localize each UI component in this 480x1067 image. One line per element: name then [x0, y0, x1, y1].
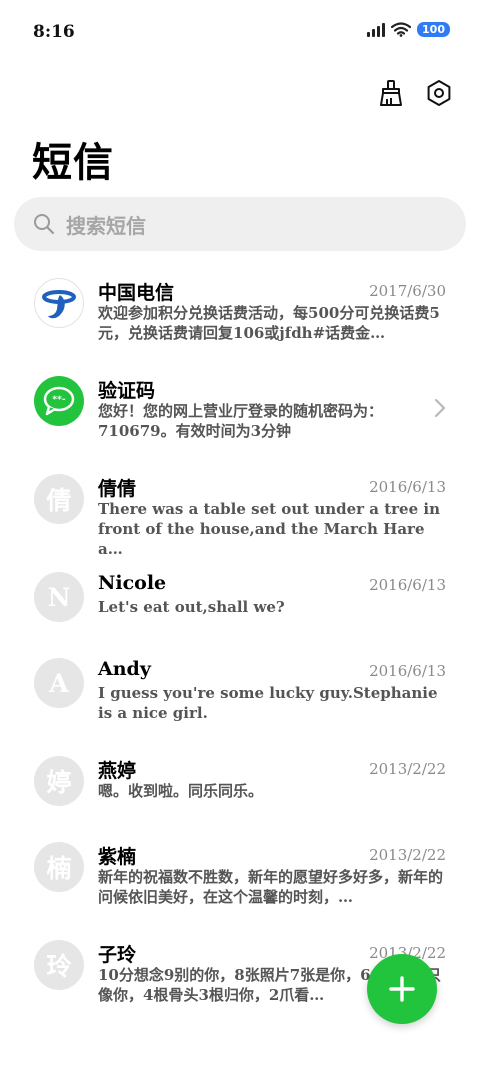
clean-button[interactable] [376, 78, 406, 108]
message-preview: I guess you're some lucky guy.Stephanie … [98, 684, 438, 722]
message-name: 倩倩 [98, 478, 137, 500]
chevron-right-icon [435, 399, 445, 417]
message-preview: There was a table set out under a tree i… [98, 500, 440, 558]
chat-bubble-icon: **- [43, 386, 75, 416]
telecom-logo-avatar [34, 278, 84, 328]
contact-avatar: N [34, 572, 84, 622]
message-name: 燕婷 [98, 760, 137, 782]
message-date: 2016/6/13 [369, 662, 446, 680]
broom-icon [380, 80, 402, 106]
message-item[interactable]: 婷 燕婷 2013/2/22 嗯。收到啦。同乐同乐。 [0, 740, 480, 826]
new-message-button[interactable] [367, 954, 437, 1024]
message-item[interactable]: 中国电信 2017/6/30 欢迎参加积分兑换话费活动，每500分可兑换话费5元… [0, 262, 480, 360]
message-date: 2013/2/22 [369, 846, 446, 864]
status-icons: 100 [367, 22, 450, 37]
message-item[interactable]: 倩 倩倩 2016/6/13 There was a table set out… [0, 458, 480, 558]
svg-text:**-: **- [52, 395, 65, 405]
settings-icon [427, 80, 451, 106]
message-date: 2017/6/30 [369, 282, 446, 300]
message-item[interactable]: N Nicole 2016/6/13 Let's eat out,shall w… [0, 556, 480, 642]
message-date: 2016/6/13 [369, 478, 446, 496]
message-preview: 欢迎参加积分兑换话费活动，每500分可兑换话费5元，兑换话费请回复106或jfd… [98, 304, 440, 342]
battery-indicator: 100 [417, 22, 450, 37]
settings-button[interactable] [424, 78, 454, 108]
status-time: 8:16 [33, 22, 75, 42]
page-title: 短信 [32, 139, 114, 186]
contact-avatar: 玲 [34, 940, 84, 990]
message-preview: 新年的祝福数不胜数，新年的愿望好多好多，新年的问候依旧美好，在这个温馨的时刻，… [98, 868, 444, 906]
message-item[interactable]: **- 验证码 您好！您的网上营业厅登录的随机密码为：710679。有效时间为3… [0, 360, 480, 458]
contact-avatar: 婷 [34, 756, 84, 806]
toolbar [376, 78, 454, 108]
wifi-icon [391, 22, 412, 37]
message-name: 紫楠 [98, 846, 137, 868]
contact-avatar: 倩 [34, 474, 84, 524]
message-preview: Let's eat out,shall we? [98, 598, 285, 616]
telecom-logo-icon [42, 290, 76, 319]
message-item[interactable]: A Andy 2016/6/13 I guess you're some luc… [0, 642, 480, 740]
message-list: 中国电信 2017/6/30 欢迎参加积分兑换话费活动，每500分可兑换话费5元… [0, 262, 480, 1022]
contact-avatar: A [34, 658, 84, 708]
message-name: 验证码 [98, 380, 156, 402]
chat-bubble-avatar: **- [34, 376, 84, 426]
message-name: Andy [98, 658, 151, 680]
message-date: 2016/6/13 [369, 576, 446, 594]
contact-avatar: 楠 [34, 842, 84, 892]
search-placeholder: 搜索短信 [66, 213, 146, 238]
message-name: Nicole [98, 572, 167, 594]
message-item[interactable]: 楠 紫楠 2013/2/22 新年的祝福数不胜数，新年的愿望好多好多，新年的问候… [0, 826, 480, 924]
message-name: 子玲 [98, 944, 137, 966]
signal-icon [367, 22, 386, 37]
search-icon [34, 214, 55, 235]
message-preview: 您好！您的网上营业厅登录的随机密码为：710679。有效时间为3分钟 [98, 402, 384, 440]
plus-icon [389, 976, 415, 1002]
message-name: 中国电信 [98, 282, 175, 304]
message-date: 2013/2/22 [369, 760, 446, 778]
message-preview: 嗯。收到啦。同乐同乐。 [98, 782, 264, 800]
status-bar: 8:16 100 [0, 0, 480, 66]
search-bar[interactable]: 搜索短信 [14, 197, 466, 251]
